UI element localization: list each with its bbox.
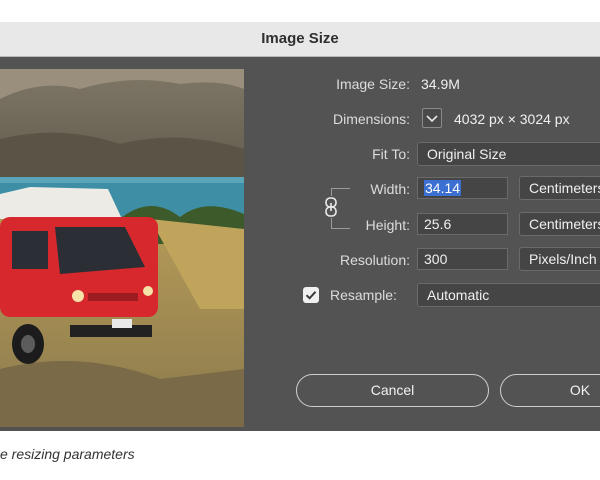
resample-method-dropdown[interactable]: Automatic [417,283,600,307]
height-label: Height: [365,217,410,233]
height-input[interactable]: 25.6 [417,213,508,235]
width-input[interactable]: 34.14 [417,177,508,199]
image-preview[interactable] [0,69,244,427]
resolution-input[interactable]: 300 [417,248,508,270]
resolution-unit-dropdown[interactable]: Pixels/Inch [519,247,600,271]
preview-photo [0,69,244,427]
constrain-bracket-bottom [331,218,350,229]
checkmark-icon [305,291,317,300]
constrain-proportions-button[interactable] [322,196,340,218]
ok-button[interactable]: OK [500,374,600,407]
cancel-button[interactable]: Cancel [296,374,489,407]
width-label: Width: [370,181,410,197]
figure-caption: e resizing parameters [0,446,135,462]
height-unit-dropdown[interactable]: Centimeters [519,212,600,236]
image-size-value: 34.9M [421,76,460,92]
width-value-selected: 34.14 [424,180,462,196]
resample-checkbox[interactable] [303,287,319,303]
resample-label: Resample: [330,287,397,303]
dimensions-dropdown[interactable] [422,108,442,128]
dimensions-label: Dimensions: [332,111,410,127]
chevron-down-icon [426,115,438,123]
width-unit-dropdown[interactable]: Centimeters [519,176,600,200]
dimensions-value: 4032 px × 3024 px [454,111,570,127]
link-chain-icon [325,197,337,217]
image-size-dialog: Image Size Image Size: 34.9M Dimensions:… [0,22,600,431]
dialog-titlebar[interactable]: Image Size [0,22,600,57]
fit-to-label: Fit To: [372,146,410,162]
image-size-label: Image Size: [336,76,410,92]
fit-to-dropdown[interactable]: Original Size [417,142,600,166]
dialog-title: Image Size [261,30,339,47]
resolution-label: Resolution: [339,252,410,268]
